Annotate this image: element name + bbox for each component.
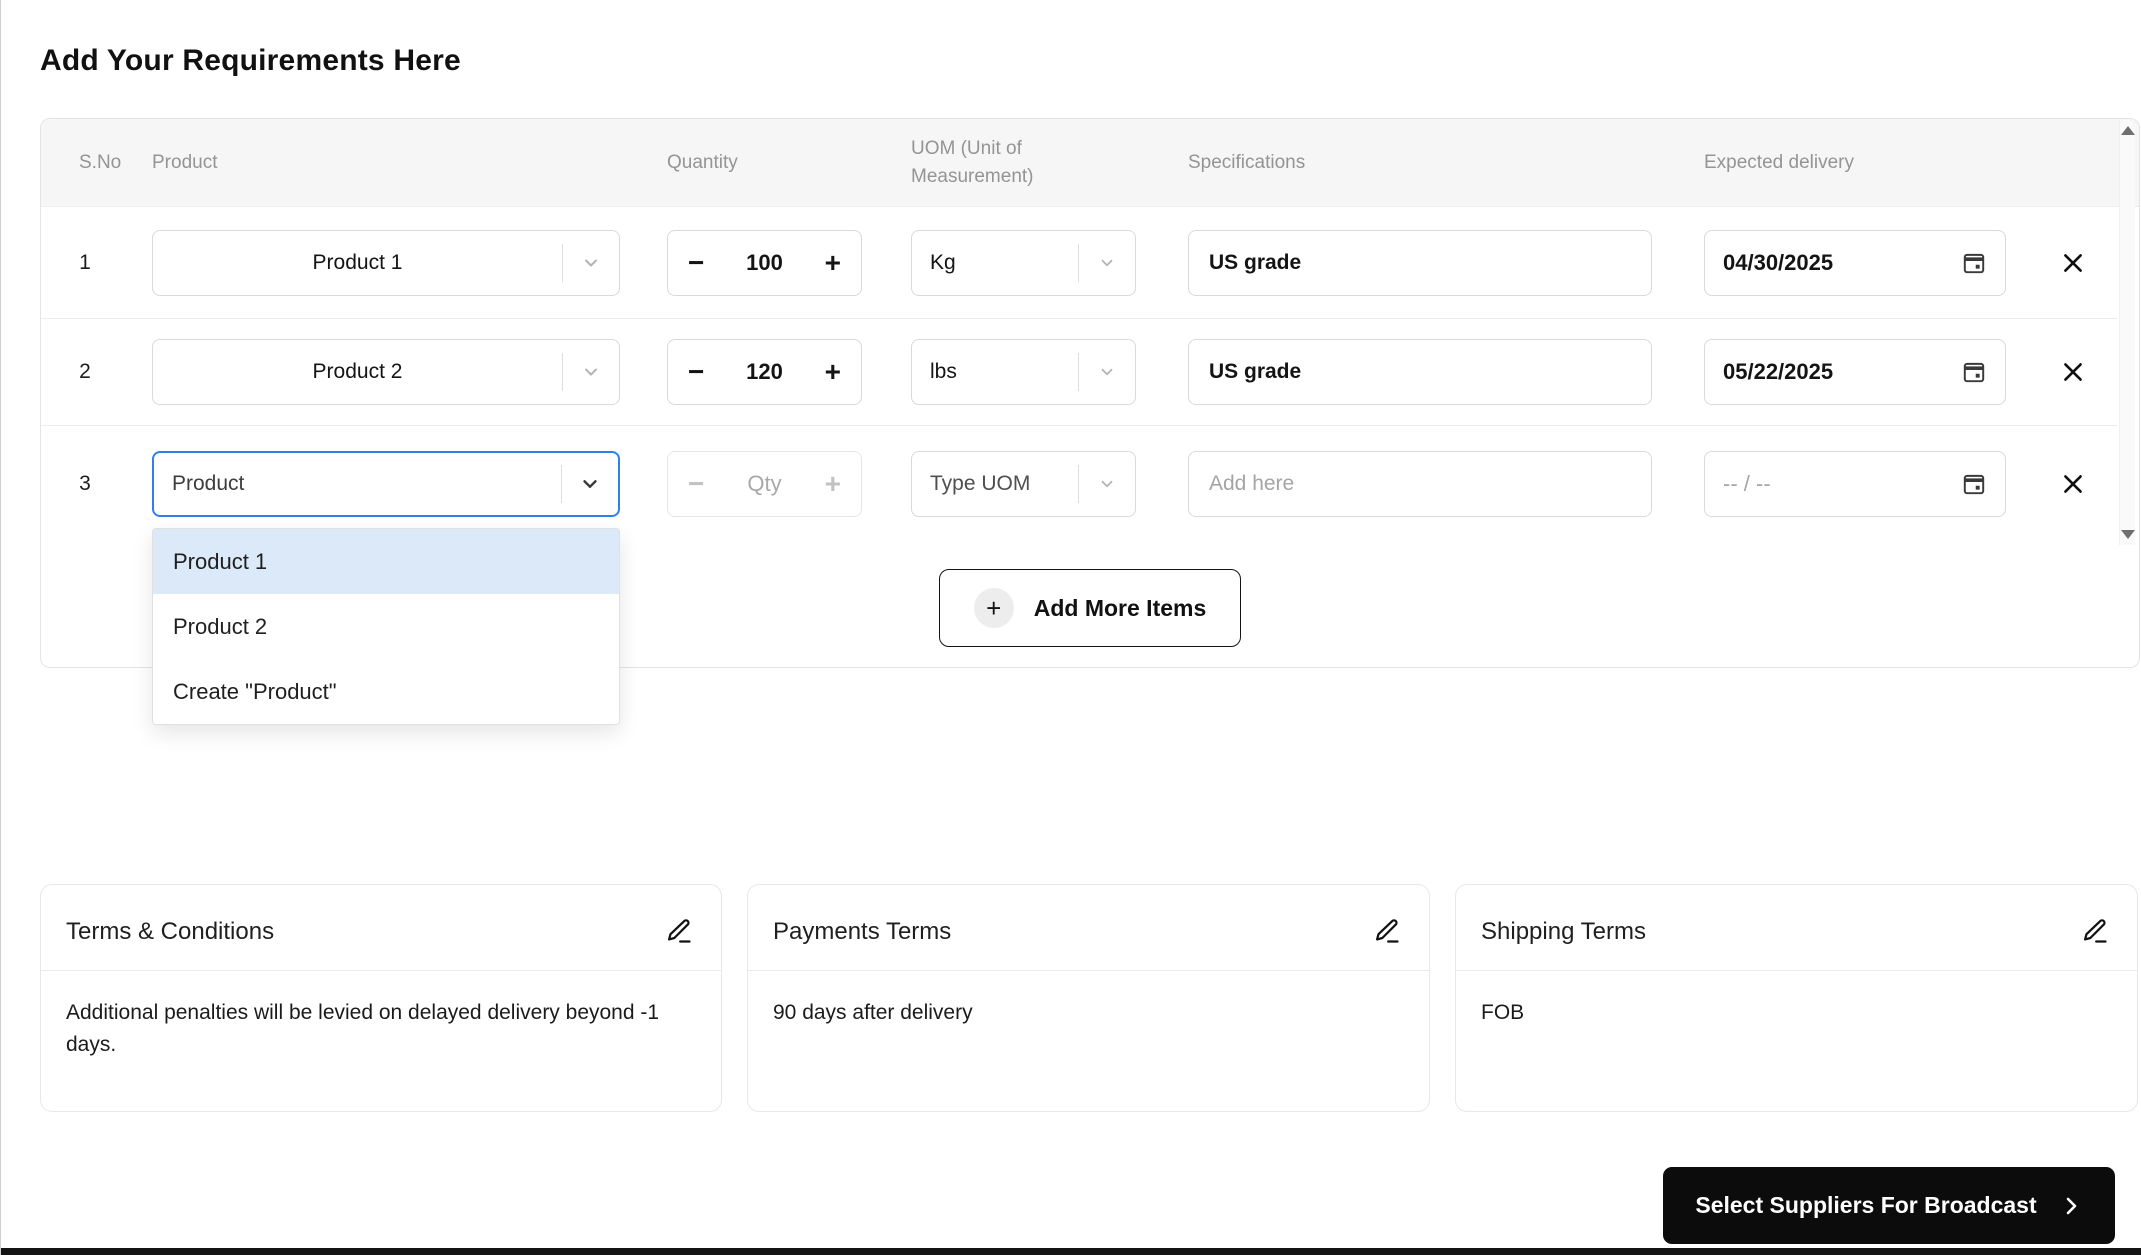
dropdown-item-product-1[interactable]: Product 1 — [153, 529, 619, 594]
row1-specifications-input[interactable]: US grade — [1188, 229, 1652, 296]
row1-uom-value: Kg — [930, 250, 956, 274]
dropdown-item-create-product[interactable]: Create "Product" — [153, 659, 619, 724]
payments-terms-card: Payments Terms 90 days after delivery — [747, 884, 1430, 1112]
chevron-down-icon[interactable] — [1079, 254, 1135, 272]
page-title: Add Your Requirements Here — [40, 44, 461, 77]
chevron-down-icon[interactable] — [562, 473, 618, 495]
table-scrollbar[interactable] — [2119, 120, 2135, 545]
table-row: 1 Product 1 − 100 + Kg US grade 04/30/20… — [41, 207, 2117, 319]
terms-conditions-title: Terms & Conditions — [66, 918, 275, 945]
table-row: 2 Product 2 − 120 + lbs US grade 05/22/2… — [41, 319, 2117, 426]
table-header-row: S.No Product Quantity UOM (Unit of Measu… — [41, 119, 2139, 207]
row2-sno: 2 — [79, 360, 91, 383]
terms-conditions-text: Additional penalties will be levied on d… — [66, 1001, 660, 1056]
row3-product-select[interactable]: Product — [152, 450, 620, 517]
edit-icon[interactable] — [2079, 915, 2111, 947]
row1-quantity-value[interactable]: 100 — [746, 250, 783, 276]
terms-conditions-card: Terms & Conditions Additional penalties … — [40, 884, 722, 1112]
minus-button[interactable]: − — [688, 248, 704, 277]
header-quantity: Quantity — [667, 152, 738, 173]
header-expected-delivery: Expected delivery — [1704, 152, 1854, 173]
card-header: Payments Terms — [748, 885, 1429, 971]
row3-delete-button[interactable] — [2051, 462, 2095, 506]
row3-quantity-stepper: − Qty + — [667, 450, 862, 517]
chevron-down-icon[interactable] — [563, 362, 619, 382]
row1-date-value: 04/30/2025 — [1723, 249, 1834, 275]
row1-sno: 1 — [79, 250, 91, 274]
chevron-down-icon[interactable] — [1079, 475, 1135, 493]
scroll-down-icon[interactable] — [2121, 530, 2135, 539]
header-sno: S.No — [79, 152, 122, 173]
bottom-divider — [1, 1248, 2141, 1255]
row3-sno: 3 — [79, 471, 91, 495]
shipping-terms-title: Shipping Terms — [1481, 918, 1646, 945]
table-row: 3 Product − Qty + Type UOM Add here -- /… — [41, 426, 2117, 541]
scroll-up-icon[interactable] — [2121, 126, 2135, 135]
header-uom: UOM (Unit of Measurement) — [911, 138, 1034, 187]
row2-uom-select[interactable]: lbs — [911, 339, 1136, 405]
header-product: Product — [152, 152, 218, 173]
requirements-page: Add Your Requirements Here S.No Product … — [0, 0, 2141, 1255]
shipping-terms-card: Shipping Terms FOB — [1455, 884, 2138, 1112]
row1-delete-button[interactable] — [2051, 241, 2095, 285]
calendar-icon[interactable] — [1961, 359, 1987, 385]
dropdown-item-product-2[interactable]: Product 2 — [153, 594, 619, 659]
row3-uom-placeholder: Type UOM — [930, 471, 1031, 495]
row2-product-value: Product 2 — [312, 360, 403, 383]
chevron-down-icon[interactable] — [563, 253, 619, 273]
row3-product-input-value[interactable]: Product — [154, 472, 561, 496]
payments-terms-text: 90 days after delivery — [773, 1001, 973, 1024]
card-header: Shipping Terms — [1456, 885, 2137, 971]
payments-terms-title: Payments Terms — [773, 918, 952, 945]
row2-quantity-value[interactable]: 120 — [746, 359, 783, 385]
requirements-table: S.No Product Quantity UOM (Unit of Measu… — [40, 118, 2140, 725]
product-dropdown: Product 1 Product 2 Create "Product" — [152, 528, 620, 725]
edit-icon[interactable] — [1371, 915, 1403, 947]
row1-date-input[interactable]: 04/30/2025 — [1704, 229, 2006, 296]
broadcast-button-label: Select Suppliers For Broadcast — [1695, 1192, 2037, 1218]
chevron-right-icon — [2059, 1194, 2083, 1218]
row2-date-value: 05/22/2025 — [1723, 359, 1834, 384]
row1-product-value: Product 1 — [312, 250, 403, 274]
row1-product-select[interactable]: Product 1 — [152, 229, 620, 296]
row3-quantity-placeholder[interactable]: Qty — [747, 471, 781, 497]
plus-button[interactable]: + — [825, 469, 841, 498]
calendar-icon[interactable] — [1961, 250, 1987, 276]
row3-uom-select[interactable]: Type UOM — [911, 450, 1136, 517]
plus-button[interactable]: + — [825, 358, 841, 386]
row2-uom-value: lbs — [930, 360, 957, 383]
row2-date-input[interactable]: 05/22/2025 — [1704, 339, 2006, 405]
select-suppliers-broadcast-button[interactable]: Select Suppliers For Broadcast — [1663, 1167, 2115, 1244]
row2-quantity-stepper: − 120 + — [667, 339, 862, 405]
row3-date-input[interactable]: -- / -- — [1704, 450, 2006, 517]
add-more-items-button[interactable]: + Add More Items — [939, 569, 1241, 647]
row1-quantity-stepper: − 100 + — [667, 229, 862, 296]
row1-uom-select[interactable]: Kg — [911, 229, 1136, 296]
row3-date-placeholder: -- / -- — [1723, 470, 1771, 496]
plus-icon: + — [973, 588, 1014, 628]
minus-button[interactable]: − — [688, 469, 704, 498]
row2-delete-button[interactable] — [2051, 350, 2095, 394]
add-more-items-label: Add More Items — [1033, 594, 1207, 621]
minus-button[interactable]: − — [688, 358, 704, 386]
header-specifications: Specifications — [1188, 152, 1306, 173]
edit-icon[interactable] — [663, 915, 695, 947]
card-header: Terms & Conditions — [41, 885, 721, 971]
row3-specifications-input[interactable]: Add here — [1188, 450, 1652, 517]
calendar-icon[interactable] — [1961, 471, 1987, 497]
plus-button[interactable]: + — [825, 248, 841, 277]
row2-product-select[interactable]: Product 2 — [152, 339, 620, 405]
shipping-terms-text: FOB — [1481, 1001, 1525, 1024]
chevron-down-icon[interactable] — [1079, 363, 1135, 381]
row2-specifications-input[interactable]: US grade — [1188, 339, 1652, 405]
